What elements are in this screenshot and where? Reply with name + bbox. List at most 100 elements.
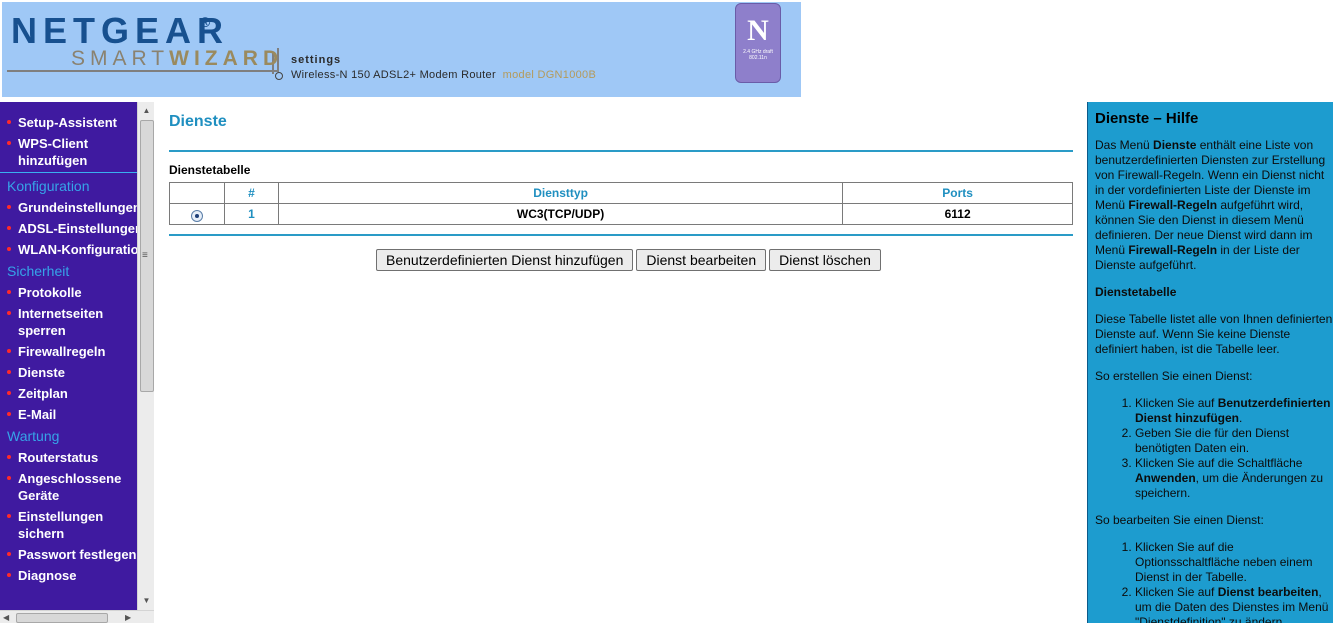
bullet-icon (7, 391, 11, 395)
help-title: Dienste – Hilfe (1095, 110, 1199, 127)
logo-dot (275, 72, 283, 80)
bullet-icon (7, 311, 11, 315)
sidebar-item-dienste[interactable]: Dienste (0, 362, 137, 383)
sidebar-item-wps-client-hinzufugen[interactable]: WPS-Client hinzufügen (0, 133, 137, 171)
row-radio-button[interactable] (190, 209, 203, 222)
help-create-heading: So erstellen Sie einen Dienst: (1095, 369, 1253, 383)
scroll-left-arrow-icon[interactable]: ◀ (3, 611, 9, 623)
bullet-icon (7, 412, 11, 416)
help-intro-bold-2: Firewall-Regeln (1128, 198, 1218, 212)
help-intro: Das Menü Dienste enthält eine Liste von … (1095, 138, 1333, 273)
sidebar-item-wlan-konfiguration[interactable]: WLAN-Konfiguration (0, 239, 137, 260)
sidebar-item-adsl-einstellungen[interactable]: ADSL-Einstellungen (0, 218, 137, 239)
sidebar-item-setup-assistent[interactable]: Setup-Assistent (0, 112, 137, 133)
help-step-pre: Klicken Sie auf (1135, 585, 1218, 599)
sidebar-item-diagnose[interactable]: Diagnose (0, 565, 137, 586)
nav-horizontal-scrollbar[interactable]: ◀ ▶ (0, 610, 154, 623)
column-header-number: # (223, 182, 279, 204)
table-divider (169, 234, 1073, 236)
sidebar-item-label: Diagnose (18, 568, 77, 583)
nav-section-konfiguration: Konfiguration (7, 178, 90, 194)
scroll-up-arrow-icon[interactable]: ▲ (138, 104, 154, 118)
sidebar-item-label: Passwort festlegen (18, 547, 137, 562)
help-step: Geben Sie die für den Dienst benötigten … (1135, 426, 1333, 456)
column-header-select (169, 182, 225, 204)
sidebar-item-internetseiten-sperren[interactable]: Internetseiten sperren (0, 303, 137, 341)
column-header-service-type: Diensttyp (277, 182, 844, 204)
row-index: 1 (223, 203, 279, 225)
header-banner: NETGEAR ® SMARTWIZARD settings Wireless-… (2, 2, 801, 97)
product-name: Wireless-N 150 ADSL2+ Modem Router (291, 69, 496, 81)
table-title: Dienstetabelle (169, 163, 251, 177)
bullet-icon (7, 573, 11, 577)
bullet-icon (7, 226, 11, 230)
sidebar-item-label: Firewallregeln (18, 344, 106, 359)
row-ports: 6112 (842, 203, 1073, 225)
nav-divider (0, 172, 137, 173)
delete-service-button[interactable]: Dienst löschen (769, 249, 881, 271)
help-step-pre: Geben Sie die für den Dienst benötigten … (1135, 426, 1290, 455)
bullet-icon (7, 141, 11, 145)
scroll-right-arrow-icon[interactable]: ▶ (125, 611, 131, 623)
smartwizard-light: SMART (71, 47, 170, 70)
bullet-icon (7, 205, 11, 209)
help-step: Klicken Sie auf die Schaltfläche Anwende… (1135, 456, 1333, 501)
help-table-heading: Dienstetabelle (1095, 285, 1177, 299)
sidebar-item-label: Setup-Assistent (18, 115, 117, 130)
page-title: Dienste (169, 113, 227, 130)
help-intro-bold-1: Dienste (1153, 138, 1197, 152)
help-step-pre: Klicken Sie auf (1135, 396, 1218, 410)
button-row: Benutzerdefinierten Dienst hinzufügen Die… (376, 249, 884, 271)
sidebar-item-label: E-Mail (18, 407, 57, 422)
bullet-icon (7, 476, 11, 480)
sidebar-item-zeitplan[interactable]: Zeitplan (0, 383, 137, 404)
badge-letter: N (747, 14, 769, 47)
sidebar-item-angeschlossene-gerate[interactable]: Angeschlossene Geräte (0, 468, 137, 506)
sidebar-item-label: Internetseiten sperren (18, 306, 104, 338)
sidebar-item-protokolle[interactable]: Protokolle (0, 282, 137, 303)
sidebar-item-grundeinstellungen[interactable]: Grundeinstellungen (0, 197, 137, 218)
sidebar-item-routerstatus[interactable]: Routerstatus (0, 447, 137, 468)
help-step-post: . (1239, 411, 1243, 425)
sidebar-item-e-mail[interactable]: E-Mail (0, 404, 137, 425)
bullet-icon (7, 455, 11, 459)
bullet-icon (7, 514, 11, 518)
sidebar-nav: Setup-Assistent WPS-Client hinzufügen Konf… (0, 102, 137, 610)
table-row[interactable]: 1 WC3(TCP/UDP) 6112 (169, 203, 1073, 225)
help-edit-heading: So bearbeiten Sie einen Dienst: (1095, 513, 1264, 527)
help-intro-bold-3: Firewall-Regeln (1128, 243, 1218, 257)
column-header-ports: Ports (842, 182, 1073, 204)
sidebar-item-einstellungen-sichern[interactable]: Einstellungen sichern (0, 506, 137, 544)
sidebar-item-passwort-festlegen[interactable]: Passwort festlegen (0, 544, 137, 565)
nav-section-wartung: Wartung (7, 428, 60, 444)
bullet-icon (7, 120, 11, 124)
add-custom-service-button[interactable]: Benutzerdefinierten Dienst hinzufügen (376, 249, 634, 271)
hscroll-thumb[interactable] (16, 613, 108, 623)
row-service-type: WC3(TCP/UDP) (277, 203, 844, 225)
row-select-cell (169, 203, 225, 225)
help-edit-steps: Klicken Sie auf die Optionsschaltfläche … (1095, 540, 1333, 623)
sidebar-item-label: Einstellungen sichern (18, 509, 104, 541)
sidebar-item-firewallregeln[interactable]: Firewallregeln (0, 341, 137, 362)
help-pane: Dienste – Hilfe Das Menü Dienste enthält… (1087, 102, 1333, 623)
scroll-grip-icon: ≡ (142, 250, 148, 261)
nav-frame: Setup-Assistent WPS-Client hinzufügen Konf… (0, 102, 154, 623)
sidebar-item-label: Routerstatus (18, 450, 99, 465)
bullet-icon (7, 247, 11, 251)
help-table-text: Diese Tabelle listet alle von Ihnen defi… (1095, 312, 1333, 356)
table-header-row: # Diensttyp Ports (169, 182, 1073, 204)
scroll-down-arrow-icon[interactable]: ▼ (138, 594, 154, 608)
sidebar-item-label: WLAN-Konfiguration (18, 242, 137, 257)
edit-service-button[interactable]: Dienst bearbeiten (636, 249, 767, 271)
title-divider (169, 150, 1073, 152)
badge-caption: 2.4 GHz draft 802.11n (743, 49, 773, 61)
smartwizard-logo: SMARTWIZARD (71, 47, 283, 71)
wireless-n-badge: N 2.4 GHz draft 802.11n (735, 3, 781, 83)
bullet-icon (7, 349, 11, 353)
sidebar-item-label: Angeschlossene Geräte (18, 471, 122, 503)
registered-mark: ® (200, 14, 211, 30)
nav-section-sicherheit: Sicherheit (7, 263, 70, 279)
help-step: Klicken Sie auf die Optionsschaltfläche … (1135, 540, 1333, 585)
nav-vertical-scrollbar[interactable]: ▲ ≡ ▼ (137, 102, 154, 610)
bullet-icon (7, 370, 11, 374)
